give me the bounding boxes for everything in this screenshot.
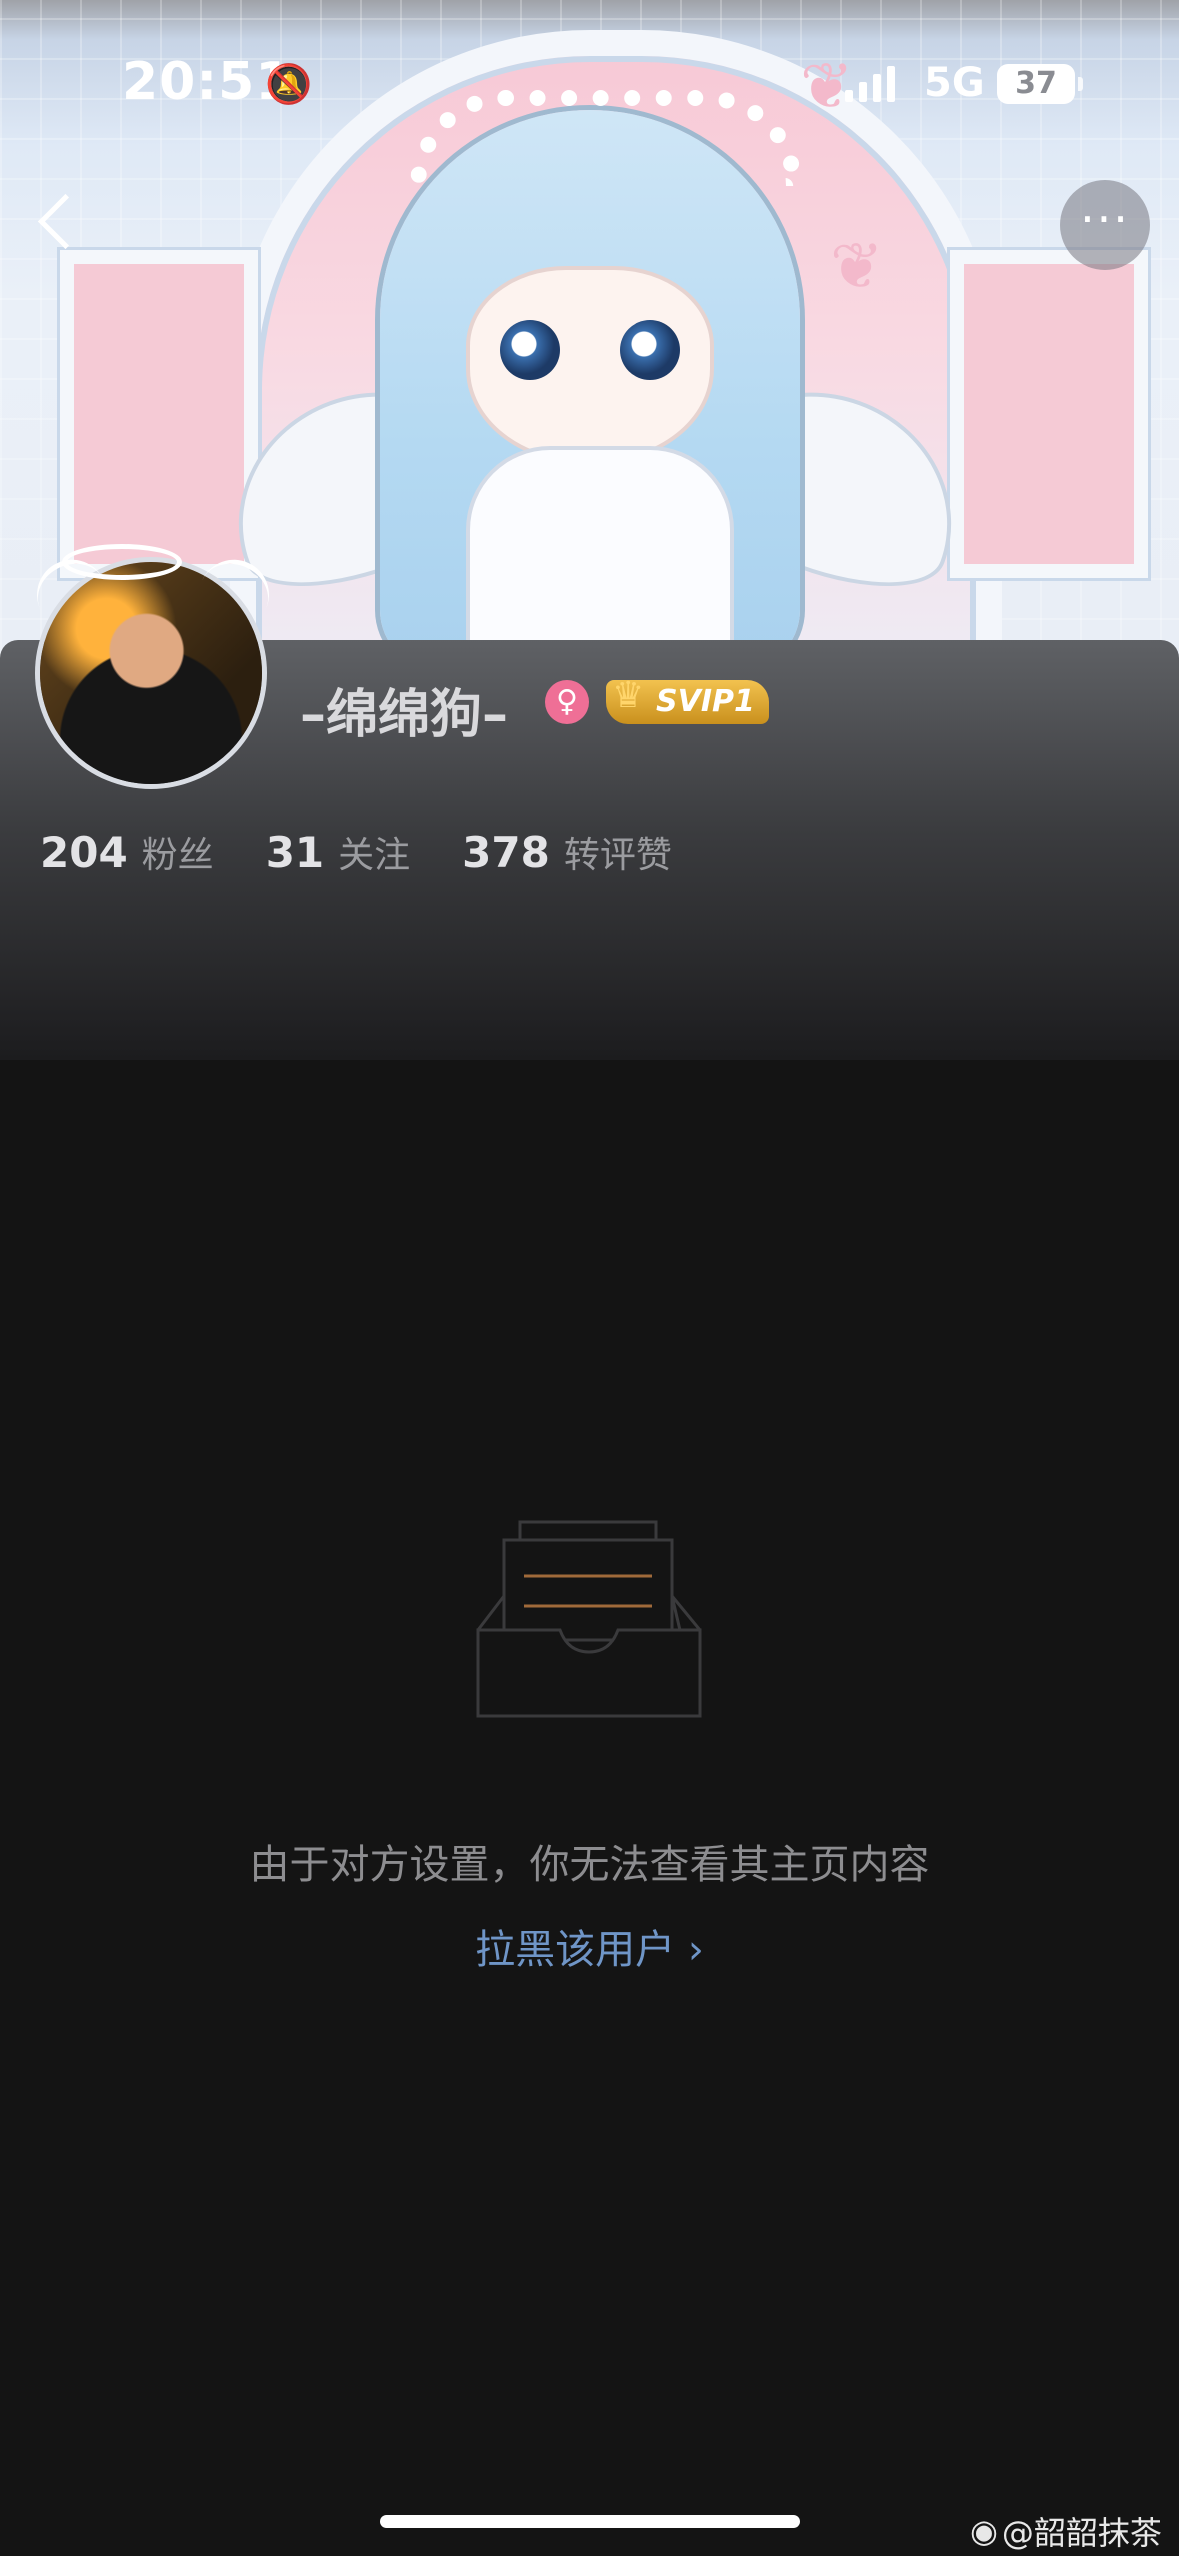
stat-label: 转评赞: [563, 835, 672, 876]
network-type: 5G: [924, 60, 985, 106]
back-button[interactable]: [28, 190, 92, 260]
battery-icon: 37: [997, 64, 1083, 104]
stat-followers[interactable]: 204 粉丝: [40, 826, 214, 878]
watermark: ◉ @韶韶抹茶: [970, 2508, 1162, 2554]
banner-character-eye: [500, 320, 560, 380]
butterfly-icon: ❦: [830, 230, 884, 304]
bell-muted-icon: 🔕: [265, 62, 313, 106]
weibo-icon: ◉: [970, 2512, 998, 2550]
stat-value: 204: [40, 828, 128, 877]
stat-following[interactable]: 31 关注: [266, 826, 410, 878]
status-bar: 20:51 🔕 5G 37: [0, 0, 1179, 170]
more-options-button[interactable]: ···: [1060, 180, 1150, 270]
home-indicator[interactable]: [380, 2515, 800, 2528]
stat-interactions[interactable]: 378 转评赞: [462, 826, 672, 878]
stat-label: 关注: [338, 835, 411, 876]
banner-character-dress: [470, 450, 730, 660]
stat-label: 粉丝: [141, 835, 214, 876]
empty-inbox-icon: [476, 1520, 702, 1718]
username: –绵绵狗–: [300, 685, 509, 745]
stat-value: 31: [265, 828, 325, 877]
block-user-link[interactable]: 拉黑该用户 ›: [0, 1917, 1179, 1975]
banner-window-left: [60, 250, 258, 578]
svip-label: SVIP1: [656, 684, 755, 719]
banner-character-eye: [620, 320, 680, 380]
signal-icon: [845, 62, 895, 102]
crown-icon: ♛: [612, 675, 645, 716]
watermark-text: @韶韶抹茶: [1001, 2514, 1162, 2552]
svip-badge[interactable]: ♛ SVIP1: [606, 675, 769, 724]
restricted-message: 由于对方设置，你无法查看其主页内容: [249, 1842, 930, 1888]
stat-value: 378: [462, 828, 550, 877]
gender-female-icon: ♀: [545, 680, 589, 724]
profile-stats: 204 粉丝 31 关注 378 转评赞: [40, 826, 724, 878]
banner-window-right: [950, 250, 1148, 578]
